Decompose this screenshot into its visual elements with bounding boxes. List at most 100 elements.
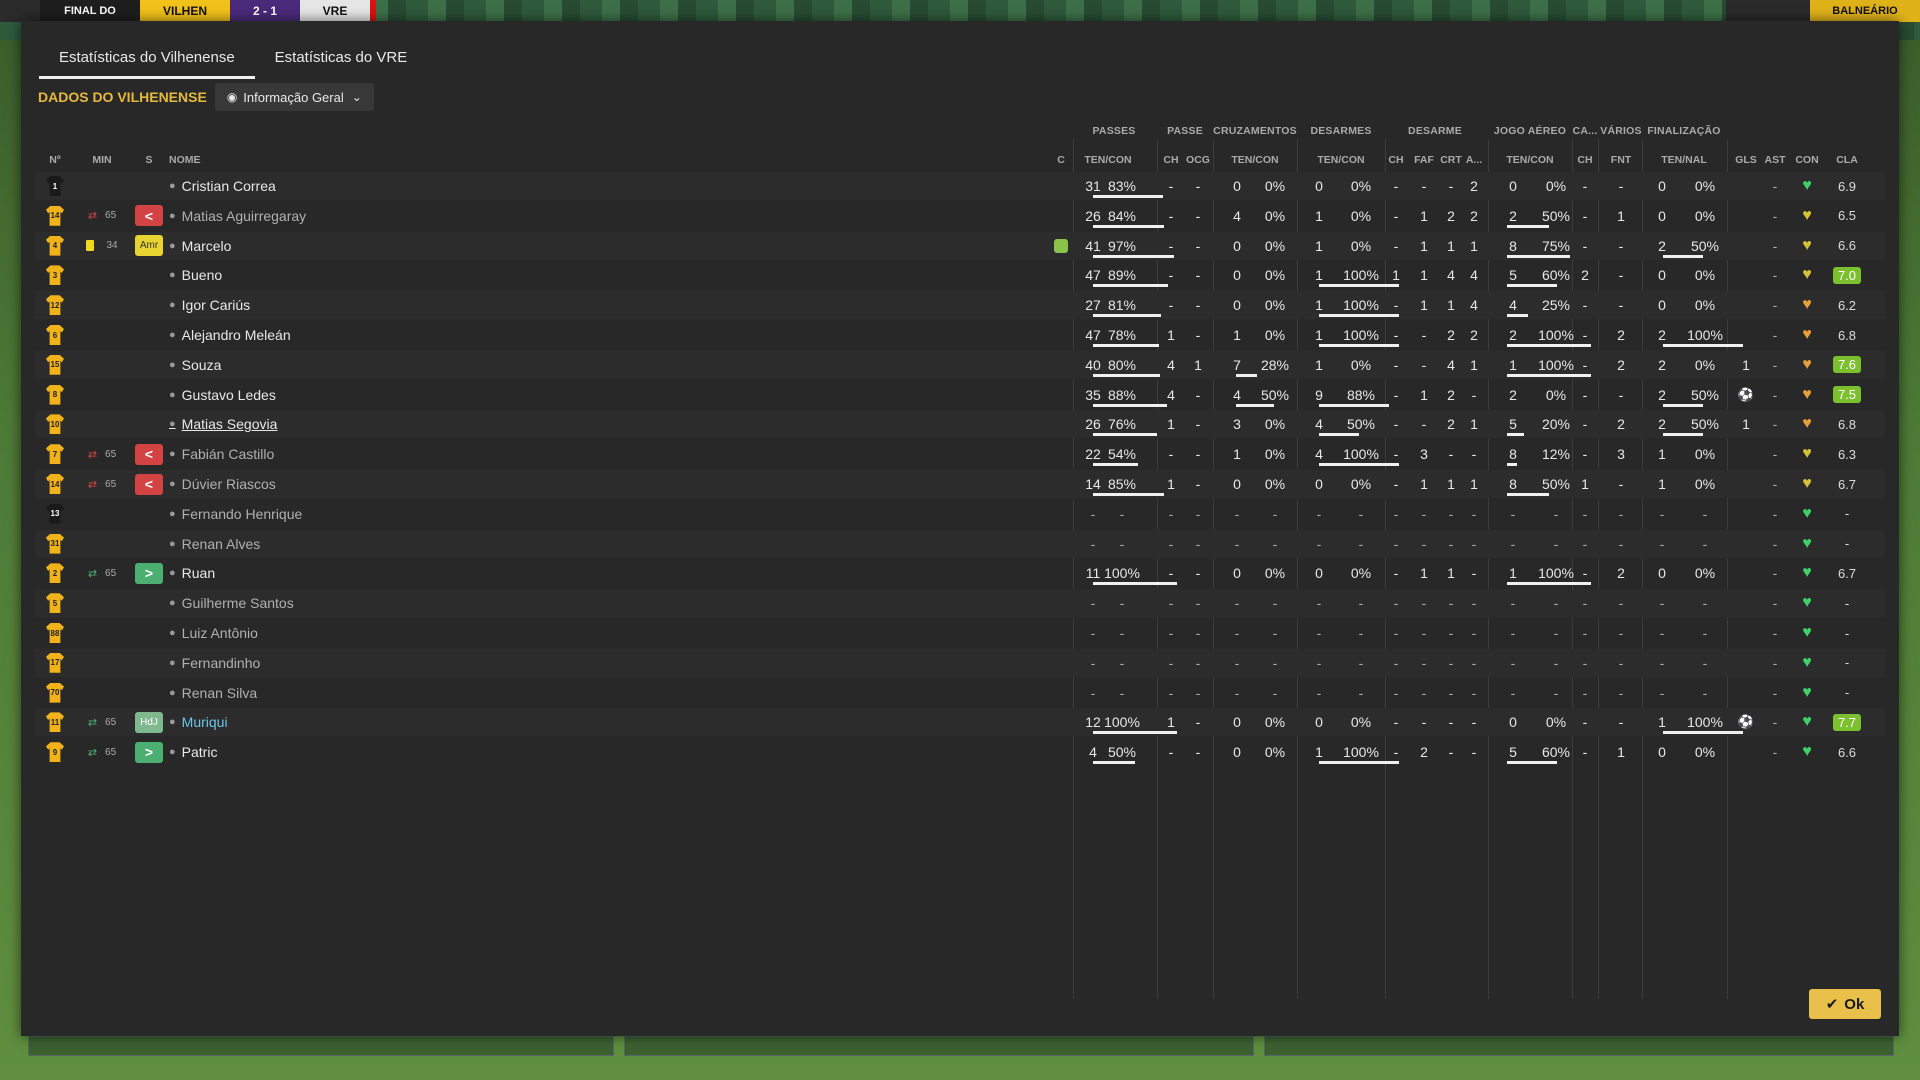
status-badge[interactable]: < <box>135 473 163 495</box>
table-row[interactable]: 13 ● Fernando Henrique - - - - - - - - - - - - - - - - - - - ♥… <box>21 499 1899 529</box>
table-row[interactable]: 7 ⇄ 65 < ● Fabián Castillo 22 54% - -1 0% 4 100% -3- -… <box>21 439 1899 469</box>
player-name-cell[interactable]: ● Fernando Henrique <box>169 499 469 529</box>
player-name-cell[interactable]: ● Igor Cariús <box>169 290 469 320</box>
status-badge[interactable]: Amr <box>135 235 163 257</box>
status-badge[interactable]: > <box>135 741 163 763</box>
table-row[interactable]: 8 ● Gustavo Ledes 35 88% 4-4 50% 9 88% -1 2-2 0% - -2… <box>21 380 1899 410</box>
tackles-attempts: - <box>1316 684 1322 701</box>
table-row[interactable]: 17 ● Fernandinho - - - - - - - - - - - - - - - - - - - ♥ - <box>21 648 1899 678</box>
player-name[interactable]: Matias Segovia <box>182 416 278 432</box>
player-name[interactable]: Renan Silva <box>182 685 258 701</box>
player-name-cell[interactable]: ● Dúvier Riascos <box>169 469 469 499</box>
header-s: S <box>145 154 153 166</box>
player-stats-modal: Estatísticas do Vilhenense Estatísticas … <box>21 21 1899 1036</box>
player-name[interactable]: Igor Cariús <box>182 297 250 313</box>
table-row[interactable]: 12 ● Igor Cariús 27 81% - -0 0% 1 100% -1 1 4 4 25% - -0… <box>21 290 1899 320</box>
player-name-cell[interactable]: ● Patric <box>169 737 469 767</box>
player-name[interactable]: Dúvier Riascos <box>182 476 276 492</box>
player-name-cell[interactable]: ● Ruan <box>169 558 469 588</box>
player-name-cell[interactable]: ● Fernandinho <box>169 648 469 678</box>
player-name-cell[interactable]: ● Bueno <box>169 260 469 290</box>
status-badge[interactable]: < <box>135 205 163 227</box>
tackle-ch: 1 <box>1392 267 1400 284</box>
table-row[interactable]: 5 ● Guilherme Santos - - - - - - - - - - - - - - - - - - - ♥ - <box>21 588 1899 618</box>
table-row[interactable]: 31 ● Renan Alves - - - - - - - - - - - - - - - - - - - ♥ - <box>21 529 1899 559</box>
player-profile-icon: ● <box>169 418 176 431</box>
topbar-controls[interactable] <box>1726 0 1810 22</box>
player-name[interactable]: Guilherme Santos <box>182 595 294 611</box>
player-name[interactable]: Fabián Castillo <box>182 446 275 462</box>
player-name-cell[interactable]: ● Matias Segovia <box>169 409 469 439</box>
player-name-cell[interactable]: ● Renan Alves <box>169 529 469 559</box>
table-row[interactable]: 14 ⇄ 65 < ● Dúvier Riascos 14 85% 1-0 0% 0 0% -1 1 1 8 5… <box>21 469 1899 499</box>
player-name-cell[interactable]: ● Guilherme Santos <box>169 588 469 618</box>
status-badge[interactable]: < <box>135 443 163 465</box>
fouls: 1 <box>1420 386 1428 403</box>
table-row[interactable]: 1 ● Cristian Correa 31 83% - -0 0% 0 0% - - -2 0 0% - -0… <box>21 171 1899 201</box>
player-name-cell[interactable]: ● Gustavo Ledes <box>169 380 469 410</box>
shots-attempts: 2 <box>1658 356 1666 373</box>
status-badge[interactable]: HdJ <box>135 711 163 733</box>
table-row[interactable]: 70 ● Renan Silva - - - - - - - - - - - - - - - - - - - ♥ - <box>21 678 1899 708</box>
shirt-icon: 31 <box>46 533 64 554</box>
player-profile-icon: ● <box>169 716 176 729</box>
table-row[interactable]: 88 ● Luiz Antônio - - - - - - - - - - - - - - - - - - - ♥ - <box>21 618 1899 648</box>
player-name-cell[interactable]: ● Muriqui <box>169 707 469 737</box>
player-name-cell[interactable]: ● Souza <box>169 350 469 380</box>
player-name-cell[interactable]: ● Matias Aguirregaray <box>169 201 469 231</box>
table-row[interactable]: 9 ⇄ 65 > ● Patric 4 50% - -0 0% 1 100% -2- -5 60% -1 0 0% -… <box>21 737 1899 767</box>
player-name-cell[interactable]: ● Alejandro Meleán <box>169 320 469 350</box>
table-row[interactable]: 15 ● Souza 40 80% 4 1 7 28% 1 0% - -4 1 1 100% -2 2 0% 1- ♥ 7… <box>21 350 1899 380</box>
condition-heart-icon: ♥ <box>1802 653 1812 671</box>
passes-success-bar <box>1093 493 1165 496</box>
table-row[interactable]: 4 34 Amr ● Marcelo 41 97% - -0 0% 1 0% -1 1 1 8 75% - -2 50… <box>21 231 1899 261</box>
table-row[interactable]: 3 ● Bueno 47 89% - -0 0% 1 100% 1 1 4 4 5 60% 2-0 0% - ♥ 7.0 <box>21 260 1899 290</box>
key-passes: - <box>1168 744 1174 761</box>
player-name-cell[interactable]: ● Marcelo <box>169 231 469 261</box>
crosses-attempts: - <box>1234 625 1240 641</box>
player-name[interactable]: Fernandinho <box>182 655 261 671</box>
table-row[interactable]: 10 ● Matias Segovia 26 76% 1-3 0% 4 50% - -2 1 5 20% -… <box>21 409 1899 439</box>
status-cell: Amr <box>132 231 166 261</box>
status-badge[interactable]: > <box>135 562 163 584</box>
clearances: 4 <box>1447 267 1455 284</box>
player-name-cell[interactable]: ● Fabián Castillo <box>169 439 469 469</box>
player-name[interactable]: Renan Alves <box>182 536 261 552</box>
player-name[interactable]: Ruan <box>182 565 215 581</box>
player-name[interactable]: Fernando Henrique <box>182 506 303 522</box>
table-row[interactable]: 14 ⇄ 65 < ● Matias Aguirregaray 26 84% - -4 0% 1 0% -… <box>21 201 1899 231</box>
table-row[interactable]: 2 ⇄ 65 > ● Ruan 11 100% - -0 0% 0 0% -1 1-1 100% -2 0 0% - ♥… <box>21 558 1899 588</box>
player-name[interactable]: Bueno <box>182 267 222 283</box>
player-name-cell[interactable]: ● Renan Silva <box>169 678 469 708</box>
player-name[interactable]: Gustavo Ledes <box>182 387 276 403</box>
player-name[interactable]: Souza <box>182 357 222 373</box>
shots-attempts: 1 <box>1658 446 1666 463</box>
tab-away-stats[interactable]: Estatísticas do VRE <box>255 49 428 79</box>
shirt-number-cell: 12 <box>40 290 70 320</box>
header-d-faf: FAF <box>1414 154 1434 166</box>
rating-cell: 6.5 <box>1827 201 1867 231</box>
player-name-cell[interactable]: ● Cristian Correa <box>169 171 469 201</box>
player-name[interactable]: Cristian Correa <box>182 178 276 194</box>
player-name[interactable]: Marcelo <box>182 238 232 254</box>
table-row[interactable]: 6 ● Alejandro Meleán 47 78% 1-1 0% 1 100% - -2 2 2 10… <box>21 320 1899 350</box>
player-name[interactable]: Alejandro Meleán <box>182 327 291 343</box>
view-dropdown[interactable]: ◉ Informação Geral ⌄ <box>214 83 374 111</box>
dressing-room-button[interactable]: BALNEÁRIO <box>1810 0 1920 22</box>
player-profile-icon: ● <box>169 597 176 610</box>
player-profile-icon: ● <box>169 478 176 490</box>
chances-created: - <box>1195 237 1201 254</box>
player-name[interactable]: Muriqui <box>182 714 228 730</box>
player-name[interactable]: Matias Aguirregaray <box>182 208 307 224</box>
crosses-attempts: 4 <box>1233 207 1241 224</box>
ok-button[interactable]: ✔ Ok <box>1809 989 1881 1019</box>
tackles-pct: - <box>1358 505 1364 522</box>
tab-home-stats[interactable]: Estatísticas do Vilhenense <box>39 49 255 79</box>
player-name[interactable]: Luiz Antônio <box>182 625 258 641</box>
player-name[interactable]: Patric <box>182 744 218 760</box>
player-name-cell[interactable]: ● Luiz Antônio <box>169 618 469 648</box>
crosses-pct: - <box>1272 684 1278 701</box>
clearances: - <box>1448 744 1454 761</box>
condition-cell: ♥ <box>1793 618 1821 648</box>
table-row[interactable]: 11 ⇄ 65 HdJ ● Muriqui 12 100% 1-0 0% 0 0% - - - -0 0% - -1… <box>21 707 1899 737</box>
